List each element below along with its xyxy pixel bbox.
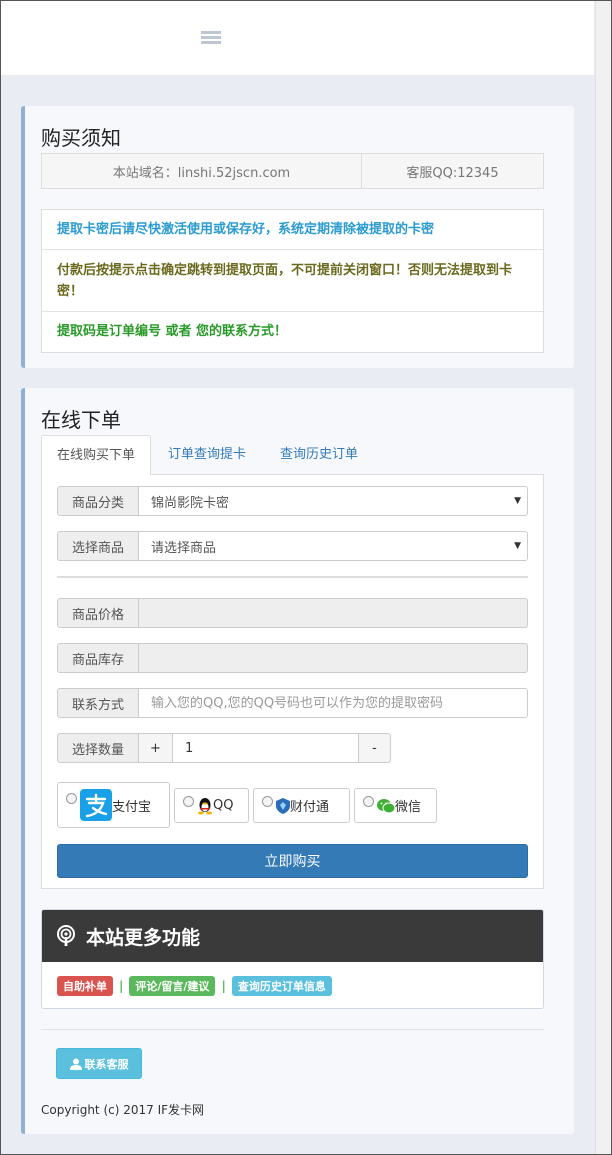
contact-service-button[interactable]: 联系客服 xyxy=(56,1048,142,1079)
contact-field-wrap xyxy=(139,688,528,718)
category-select[interactable]: 锦尚影院卡密 ▼ xyxy=(139,486,528,516)
pay-label: QQ xyxy=(213,798,234,813)
product-group: 选择商品 请选择商品 ▼ xyxy=(57,531,528,561)
wechat-icon xyxy=(377,798,395,813)
stock-field xyxy=(139,643,528,673)
price-group: 商品价格 xyxy=(57,598,528,628)
podcast-icon xyxy=(57,925,75,946)
category-label: 商品分类 xyxy=(57,486,139,516)
comment-feedback-link[interactable]: 评论/留言/建议 xyxy=(129,976,216,996)
link-separator: | xyxy=(221,979,226,993)
copyright: Copyright (c) 2017 IF发卡网 xyxy=(41,1103,205,1117)
order-tabs: 在线购买下单 订单查询提卡 查询历史订单 xyxy=(41,435,544,476)
buy-now-button[interactable]: 立即购买 xyxy=(57,844,528,878)
contact-input[interactable] xyxy=(151,695,515,711)
site-info-table: 本站域名：linshi.52jscn.com 客服QQ:12345 xyxy=(41,153,544,189)
site-domain: 本站域名：linshi.52jscn.com xyxy=(42,154,362,188)
pay-label: 支付宝 xyxy=(112,799,152,815)
category-group: 商品分类 锦尚影院卡密 ▼ xyxy=(57,486,528,516)
quantity-minus-button[interactable]: - xyxy=(359,733,391,763)
notice-item: 提取码是订单编号 或者 您的联系方式！ xyxy=(57,324,288,339)
contact-group: 联系方式 xyxy=(57,688,528,718)
pay-label: 微信 xyxy=(395,800,422,815)
alipay-icon xyxy=(80,789,112,821)
price-field xyxy=(139,598,528,628)
contact-label: 联系方式 xyxy=(57,688,139,718)
tab-online-purchase[interactable]: 在线购买下单 xyxy=(41,435,152,476)
more-features-header: 本站更多功能 xyxy=(42,910,543,962)
pay-wechat[interactable]: 微信 xyxy=(354,788,437,823)
scrollbar[interactable] xyxy=(595,1,611,1154)
quantity-label: 选择数量 xyxy=(57,733,139,763)
form-divider xyxy=(57,576,528,578)
notice-item: 提取卡密后请尽快激活使用或保存好，系统定期清除被提取的卡密 xyxy=(42,210,543,250)
qq-penguin-icon xyxy=(198,797,212,814)
order-title: 在线下单 xyxy=(41,408,121,432)
quantity-plus-button[interactable]: + xyxy=(139,733,173,763)
pay-radio[interactable] xyxy=(262,796,273,807)
product-value: 请选择商品 xyxy=(151,540,217,556)
more-features-panel: 本站更多功能 自助补单 | 评论/留言/建议 | 查询历史订单信息 xyxy=(41,909,544,1009)
tenpay-shield-icon xyxy=(276,797,290,814)
notice-item: 付款后按提示点击确定跳转到提取页面，不可提前关闭窗口！否则无法提取到卡密！ xyxy=(42,250,543,312)
caret-down-icon: ▼ xyxy=(514,541,521,551)
link-separator: | xyxy=(119,979,124,993)
history-order-info-link[interactable]: 查询历史订单信息 xyxy=(231,976,332,996)
notice-title: 购买须知 xyxy=(41,126,121,150)
more-features-links: 自助补单 | 评论/留言/建议 | 查询历史订单信息 xyxy=(57,976,332,996)
pay-tenpay[interactable]: 财付通 xyxy=(253,788,350,823)
pay-radio[interactable] xyxy=(363,796,374,807)
footer-divider xyxy=(41,1029,544,1030)
payment-methods: 支付宝 QQ 财付通 微信 xyxy=(57,782,537,832)
contact-service-label: 联系客服 xyxy=(84,1057,129,1071)
stock-label: 商品库存 xyxy=(57,643,139,673)
pay-qq[interactable]: QQ xyxy=(174,788,249,823)
order-card: 在线下单 在线购买下单 订单查询提卡 查询历史订单 商品分类 锦尚影院卡密 ▼ … xyxy=(21,388,574,1134)
category-value: 锦尚影院卡密 xyxy=(151,495,230,511)
pay-radio[interactable] xyxy=(66,792,77,804)
tab-order-query[interactable]: 订单查询提卡 xyxy=(153,435,261,475)
notice-list: 提取卡密后请尽快激活使用或保存好，系统定期清除被提取的卡密 付款后按提示点击确定… xyxy=(41,209,544,353)
more-features-title: 本站更多功能 xyxy=(86,926,201,949)
service-qq: 客服QQ:12345 xyxy=(406,165,499,181)
quantity-group: 选择数量 + 1 - xyxy=(57,733,391,763)
tab-history-orders[interactable]: 查询历史订单 xyxy=(265,435,373,475)
order-form: 商品分类 锦尚影院卡密 ▼ 选择商品 请选择商品 ▼ 商品价格 商品库存 联系方… xyxy=(41,475,544,889)
notice-card: 购买须知 本站域名：linshi.52jscn.com 客服QQ:12345 提… xyxy=(21,106,574,368)
pay-radio[interactable] xyxy=(183,796,194,807)
product-select[interactable]: 请选择商品 ▼ xyxy=(139,531,528,561)
pay-label: 财付通 xyxy=(290,800,330,815)
user-icon xyxy=(69,1058,82,1070)
stock-group: 商品库存 xyxy=(57,643,528,673)
product-label: 选择商品 xyxy=(57,531,139,561)
top-navbar xyxy=(1,1,594,75)
self-service-reissue-link[interactable]: 自助补单 xyxy=(57,976,113,996)
pay-alipay[interactable]: 支付宝 xyxy=(57,782,170,828)
caret-down-icon: ▼ xyxy=(514,496,521,506)
price-label: 商品价格 xyxy=(57,598,139,628)
quantity-input[interactable]: 1 xyxy=(173,733,359,763)
menu-icon[interactable] xyxy=(201,31,221,47)
